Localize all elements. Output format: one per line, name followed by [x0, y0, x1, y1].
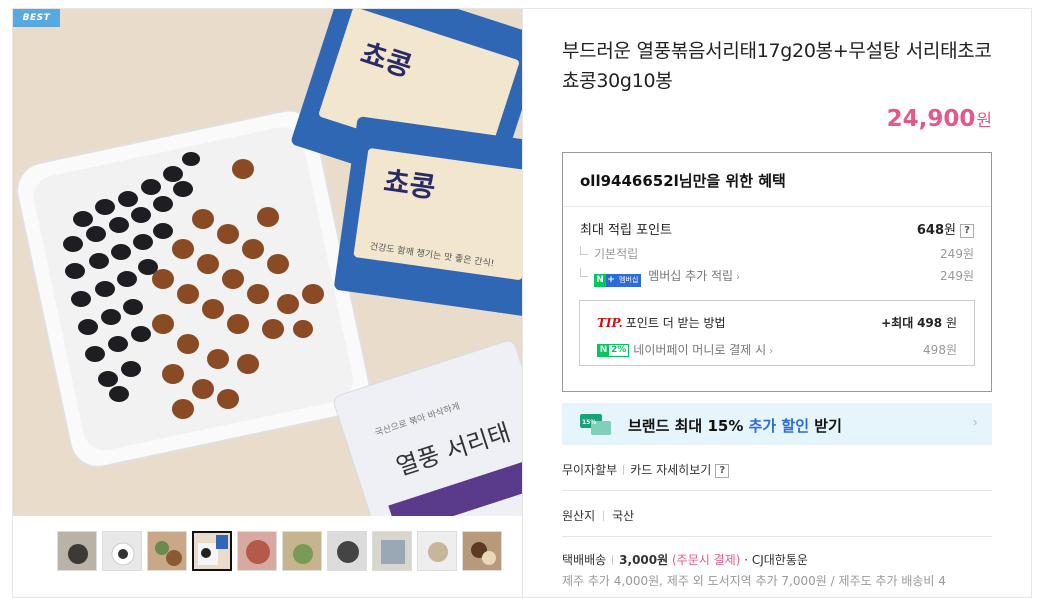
max-points-value: 648원? [917, 222, 974, 240]
brand-banner-accent: 추가 할인 [748, 417, 810, 435]
basic-points-value: 249원 [940, 247, 974, 261]
product-price: 24,900원 [887, 106, 992, 132]
benefit-divider [563, 206, 991, 207]
separator [612, 555, 614, 565]
tip-value-unit: 원 [945, 316, 957, 330]
price-unit: 원 [976, 111, 992, 131]
max-points-unit: 원 [944, 223, 956, 238]
npay-label[interactable]: 네이버페이 머니로 결제 시 [633, 343, 766, 357]
thumbnail[interactable] [57, 531, 97, 571]
chevron-right-icon: › [736, 272, 741, 283]
chevron-right-icon: › [972, 415, 978, 431]
help-icon[interactable]: ? [715, 464, 730, 478]
thumbnail[interactable] [282, 531, 322, 571]
thumbnail[interactable] [372, 531, 412, 571]
thumbnail[interactable] [147, 531, 187, 571]
section-divider [562, 490, 992, 491]
shipping-fee: 3,000원 [619, 553, 669, 567]
brand-banner-prefix: 브랜드 최대 15% [628, 417, 744, 435]
separator [603, 511, 605, 521]
card-info: 무이자할부 카드 자세히보기? [562, 461, 730, 478]
chevron-right-icon: › [769, 346, 774, 357]
product-title: 부드러운 열풍볶음서리태17g20봉+무설탕 서리태초코 쵸콩30g10봉 [562, 40, 992, 92]
section-divider [562, 536, 992, 537]
tree-connector-icon [580, 246, 588, 255]
thumbnail[interactable] [462, 531, 502, 571]
membership-badge: 멤버십 [616, 274, 642, 287]
tip-title: TIP. 포인트 더 받는 방법 [597, 314, 726, 331]
tip-title-text: 포인트 더 받는 방법 [625, 316, 726, 330]
membership-points-value: 249원 [940, 269, 974, 283]
basic-points-label: 기본적립 [594, 247, 639, 261]
benefit-box: oll9446652l님만을 위한 혜택 최대 적립 포인트 648원? 기본적… [562, 152, 992, 392]
thumbnail[interactable] [102, 531, 142, 571]
origin-row: 원산지 국산 [562, 507, 634, 524]
membership-points-row[interactable]: N + 멤버십 멤버십 추가 적립 › 249원 [580, 267, 974, 287]
origin-value: 국산 [612, 509, 635, 523]
best-badge: BEST [13, 9, 60, 27]
tip-prefix: TIP. [597, 316, 623, 330]
card-details-link[interactable]: 카드 자세히보기 [630, 463, 711, 477]
thumbnail[interactable] [327, 531, 367, 571]
npay-row[interactable]: N 2% 네이버페이 머니로 결제 시 › [597, 341, 773, 358]
product-photo: 쵸콩 쵸콩 건강도 함께 챙기는 맛 좋은 간식! 열풍 서리태 국산으로 볶아… [13, 9, 522, 516]
installment-label[interactable]: 무이자할부 [562, 463, 617, 477]
naver-pay-icon: N 2% [597, 344, 630, 357]
shipping-label: 택배배송 [562, 553, 607, 567]
tree-connector-icon [580, 268, 588, 277]
tip-box: TIP. 포인트 더 받는 방법 +최대 498 원 N 2% 네이버페이 머니로 결… [579, 300, 975, 366]
npay-value: 498원 [923, 343, 957, 357]
basic-points-row: 기본적립 249원 [580, 245, 974, 263]
basic-points-label-wrap: 기본적립 [580, 245, 638, 263]
shipping-row: 택배배송 3,000원 (주문시 결제) · CJ대한통운 [562, 551, 808, 568]
thumbnail[interactable] [417, 531, 457, 571]
npay-pct: 2% [611, 345, 627, 355]
coupon-pct: 15% [582, 419, 596, 426]
tip-value-amount: 498 [917, 316, 943, 330]
max-points-row: 최대 적립 포인트 648원? [580, 222, 974, 240]
shipping-extra: 제주 추가 4,000원, 제주 외 도서지역 추가 7,000원 / 제주도 … [562, 574, 946, 588]
coupon-icon: 15% [580, 414, 611, 435]
panel-divider [522, 8, 523, 598]
thumbnail[interactable] [237, 531, 277, 571]
shipping-condition: (주문시 결제) [672, 553, 741, 567]
price-value: 24,900 [886, 106, 976, 132]
separator [623, 465, 625, 475]
main-product-image[interactable]: 쵸콩 쵸콩 건강도 함께 챙기는 맛 좋은 간식! 열풍 서리태 국산으로 볶아… [13, 9, 522, 516]
membership-label[interactable]: 멤버십 추가 적립 [648, 269, 733, 283]
tip-value: +최대 498 원 [881, 314, 957, 331]
thumbnail-strip [57, 531, 502, 573]
brand-banner-suffix: 받기 [814, 417, 842, 435]
naver-plus-membership-icon: N + 멤버십 [594, 269, 642, 287]
benefit-title: oll9446652l님만을 위한 혜택 [580, 172, 786, 190]
origin-label: 원산지 [562, 509, 596, 523]
brand-discount-banner[interactable]: 15% 브랜드 최대 15% 추가 할인 받기 › [562, 403, 992, 445]
shipping-courier: · CJ대한통운 [744, 553, 808, 567]
tip-value-prefix: +최대 [881, 316, 914, 330]
help-icon[interactable]: ? [960, 224, 974, 238]
brand-banner-text: 브랜드 최대 15% 추가 할인 받기 [628, 415, 842, 436]
membership-label-wrap: N + 멤버십 멤버십 추가 적립 › [580, 267, 740, 287]
max-points-amount: 648 [916, 223, 945, 238]
thumbnail-selected[interactable] [192, 531, 232, 571]
max-points-label: 최대 적립 포인트 [580, 223, 672, 238]
